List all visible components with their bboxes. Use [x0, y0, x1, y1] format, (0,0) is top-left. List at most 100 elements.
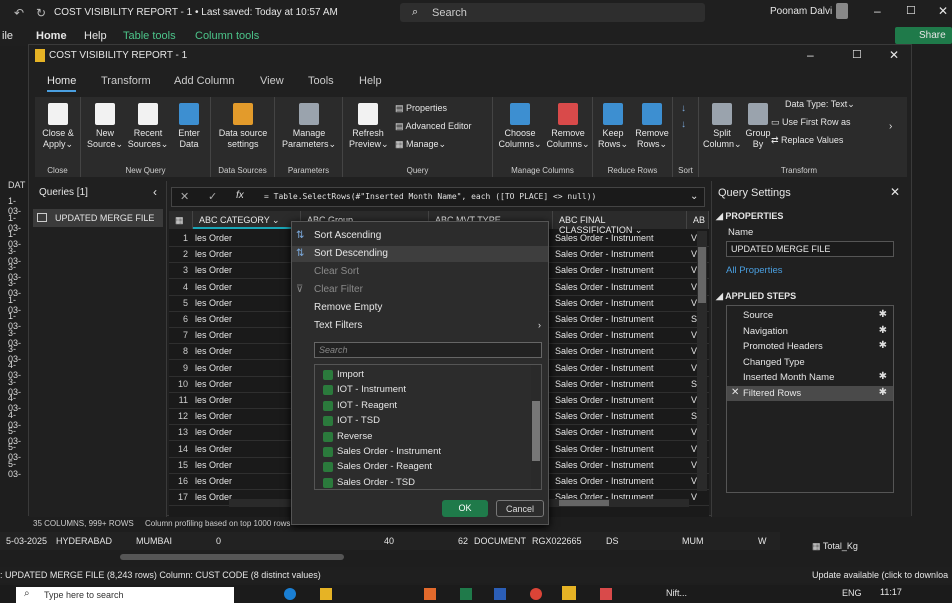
filter-value-item[interactable]: Import	[337, 369, 364, 380]
menu-home[interactable]: Home	[36, 30, 67, 42]
filter-value-item[interactable]: IOT - Instrument	[337, 384, 406, 395]
menu-table-tools[interactable]: Table tools	[123, 30, 176, 42]
formula-bar[interactable]: ✕ ✓ fx = Table.SelectRows(#"Inserted Mon…	[171, 187, 705, 207]
remove-empty-item[interactable]: Remove Empty	[314, 302, 382, 313]
cell-e[interactable]: 62	[458, 536, 468, 546]
cell-final-classification[interactable]: Sales Order - Instrument	[555, 379, 654, 389]
cell-category[interactable]: les Order	[195, 460, 232, 470]
filter-value-item[interactable]: IOT - TSD	[337, 415, 380, 426]
values-scroll-thumb[interactable]	[532, 401, 540, 461]
gear-icon[interactable]: ✱	[879, 387, 887, 398]
cell-final-classification[interactable]: Sales Order - Instrument	[555, 233, 654, 243]
cell-category[interactable]: les Order	[195, 330, 232, 340]
applied-step[interactable]: Changed Type	[727, 355, 893, 370]
remove-columns-button[interactable]: Remove Columns⌄	[545, 103, 591, 150]
cell-category[interactable]: les Order	[195, 265, 232, 275]
update-available[interactable]: Update available (click to downloa	[812, 570, 948, 580]
applied-step[interactable]: Inserted Month Name ✱	[727, 370, 893, 385]
column-header-next[interactable]: AB	[687, 211, 709, 229]
cell-final-classification[interactable]: Sales Order - Instrument	[555, 363, 654, 373]
cell-final-classification[interactable]: Sales Order - Instrument	[555, 444, 654, 454]
cell-category[interactable]: les Order	[195, 395, 232, 405]
values-scrollbar[interactable]	[531, 365, 541, 489]
cell-final-classification[interactable]: Sales Order - Instrument	[555, 460, 654, 470]
tab-tools[interactable]: Tools	[308, 75, 334, 87]
checkbox-icon[interactable]	[323, 477, 333, 488]
sheet-cell[interactable]: 5-03-	[8, 459, 28, 479]
checkbox-icon[interactable]	[323, 385, 333, 396]
applied-step[interactable]: Navigation ✱	[727, 324, 893, 339]
tab-home[interactable]: Home	[47, 75, 77, 92]
cancel-button[interactable]: Cancel	[496, 500, 544, 517]
pq-maximize-icon[interactable]: ☐	[852, 48, 862, 61]
cell-category[interactable]: les Order	[195, 282, 232, 292]
filter-value-item[interactable]: IOT - Reagent	[337, 400, 397, 411]
pq-status-profiling[interactable]: Column profiling based on top 1000 rows	[145, 519, 290, 528]
remove-rows-button[interactable]: Remove Rows⌄	[633, 103, 671, 150]
scroll-thumb[interactable]	[698, 247, 706, 303]
menu-column-tools[interactable]: Column tools	[195, 30, 259, 42]
office-icon[interactable]	[424, 588, 436, 600]
new-source-button[interactable]: New Source⌄	[85, 103, 125, 150]
tab-view[interactable]: View	[260, 75, 284, 87]
filter-value-item[interactable]: Sales Order - Instrument	[337, 446, 441, 457]
all-properties-link[interactable]: All Properties	[726, 265, 783, 276]
column-header-final-classification[interactable]: ABC FINAL CLASSIFICATION ⌄	[553, 211, 687, 235]
advanced-editor-button[interactable]: ▤ Advanced Editor	[395, 121, 472, 132]
cell-c[interactable]: 0	[216, 536, 221, 546]
clock[interactable]: 11:17	[880, 587, 902, 597]
close-settings-icon[interactable]: ✕	[890, 185, 900, 199]
tab-add-column[interactable]: Add Column	[174, 75, 235, 87]
cell-category[interactable]: les Order	[195, 363, 232, 373]
nifty-widget[interactable]: Nift...	[666, 588, 687, 598]
gear-icon[interactable]: ✱	[879, 371, 887, 382]
share-button[interactable]: Share	[895, 27, 952, 44]
cell-final-classification[interactable]: Sales Order - Instrument	[555, 282, 654, 292]
close-icon[interactable]: ✕	[938, 4, 948, 18]
cell-date[interactable]: 5-03-2025	[6, 536, 47, 546]
cell-category[interactable]: les Order	[195, 298, 232, 308]
applied-step[interactable]: Promoted Headers ✱	[727, 339, 893, 354]
pdf-icon[interactable]	[600, 588, 612, 600]
cell-next[interactable]: V	[691, 492, 697, 502]
tab-help[interactable]: Help	[359, 75, 382, 87]
redo-icon[interactable]: ↻	[36, 6, 46, 20]
cell-final-classification[interactable]: Sales Order - Instrument	[555, 346, 654, 356]
maximize-icon[interactable]: ☐	[906, 4, 916, 17]
tab-transform[interactable]: Transform	[101, 75, 151, 87]
clear-filter-item[interactable]: Clear Filter	[314, 284, 363, 295]
cell-final-classification[interactable]: Sales Order - Instrument	[555, 427, 654, 437]
menu-help[interactable]: Help	[84, 30, 107, 42]
delete-step-icon[interactable]: ✕	[731, 387, 739, 398]
replace-values-button[interactable]: ⇄ Replace Values	[771, 135, 843, 146]
sort-descending-item[interactable]: Sort Descending	[314, 248, 388, 259]
recent-sources-button[interactable]: Recent Sources⌄	[127, 103, 169, 150]
gear-icon[interactable]: ✱	[879, 340, 887, 351]
checkbox-icon[interactable]	[323, 416, 333, 427]
gear-icon[interactable]: ✱	[879, 309, 887, 320]
query-item[interactable]: UPDATED MERGE FILE	[33, 209, 163, 227]
cell-g[interactable]: RGX022665	[532, 536, 582, 546]
sheet-cell[interactable]: DAT	[8, 180, 25, 190]
cell-category[interactable]: les Order	[195, 379, 232, 389]
menu-file[interactable]: ile	[2, 30, 13, 42]
cell-category[interactable]: les Order	[195, 476, 232, 486]
data-type-dropdown[interactable]: Data Type: Text⌄	[785, 99, 855, 110]
cell-category[interactable]: les Order	[195, 346, 232, 356]
manage-parameters-button[interactable]: Manage Parameters⌄	[279, 103, 339, 150]
excel-search-box[interactable]: ⌕ Search	[400, 3, 705, 22]
gear-icon[interactable]: ✱	[879, 325, 887, 336]
choose-columns-button[interactable]: Choose Columns⌄	[497, 103, 543, 150]
cell-category[interactable]: les Order	[195, 249, 232, 259]
cell-category[interactable]: les Order	[195, 444, 232, 454]
keep-rows-button[interactable]: Keep Rows⌄	[595, 103, 631, 150]
cell-final-classification[interactable]: Sales Order - Instrument	[555, 411, 654, 421]
cell-from[interactable]: HYDERABAD	[56, 536, 112, 546]
word-icon[interactable]	[494, 588, 506, 600]
close-apply-button[interactable]: Close & Apply⌄	[37, 103, 79, 150]
taskbar-search[interactable]: ⌕ Type here to search	[16, 587, 234, 603]
chrome-icon[interactable]	[530, 588, 542, 600]
cell-j[interactable]: W	[758, 536, 767, 546]
avatar[interactable]	[836, 3, 848, 19]
filter-value-item[interactable]: Sales Order - Reagent	[337, 461, 432, 472]
